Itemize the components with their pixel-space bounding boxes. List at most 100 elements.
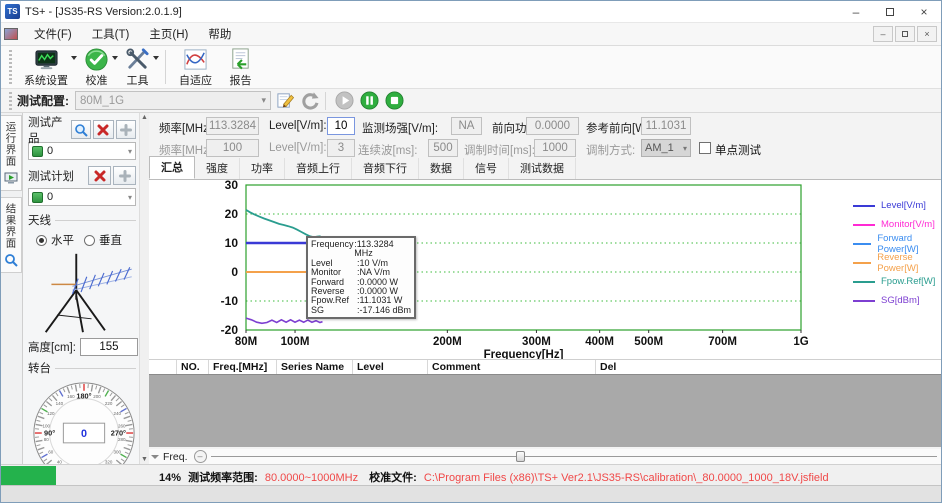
tools-button[interactable]: 工具	[118, 46, 157, 89]
menu-home[interactable]: 主页(H)	[139, 23, 198, 45]
mdi-restore-button[interactable]	[895, 26, 915, 42]
mod-type-select[interactable]: AM_1 ▾	[641, 139, 691, 157]
tab-summary[interactable]: 汇总	[149, 156, 195, 179]
tab-audio-down[interactable]: 音频下行	[352, 158, 419, 179]
scroll-up-arrow[interactable]: ▲	[140, 114, 149, 121]
reload-config-button[interactable]	[299, 91, 321, 111]
menu-tools[interactable]: 工具(T)	[82, 23, 140, 45]
vertical-radio[interactable]	[84, 235, 95, 246]
zoom-out-button[interactable]: –	[194, 450, 207, 463]
adaptive-icon	[183, 47, 208, 72]
stop-button[interactable]	[383, 91, 405, 111]
restore-button[interactable]	[873, 1, 907, 22]
legend-item: Level[V/m]	[853, 196, 942, 215]
report-label: 报告	[230, 72, 252, 88]
tab-signal[interactable]: 信号	[464, 158, 509, 179]
group-divider	[55, 220, 136, 221]
legend-item: Fpow.Ref[W]	[853, 272, 942, 291]
calibrate-button[interactable]: 校准	[77, 46, 116, 89]
monitor-label: 监测场强[V/m]:	[362, 120, 438, 136]
freq-slider-label: Freq.	[163, 451, 188, 463]
tab-test-data[interactable]: 测试数据	[509, 158, 576, 179]
toolbar-separator	[165, 50, 166, 84]
frequency-slider-row: Freq. –	[149, 449, 942, 464]
col-series: Series Name	[277, 360, 353, 374]
col-level: Level	[353, 360, 428, 374]
report-button[interactable]: 报告	[221, 46, 260, 89]
pause-button[interactable]	[358, 91, 380, 111]
col-comment: Comment	[428, 360, 596, 374]
svg-text:200M: 200M	[433, 336, 462, 348]
cw-value	[428, 139, 458, 157]
search-product-button[interactable]	[71, 120, 92, 139]
delete-x-icon	[93, 169, 107, 183]
cw-label: 连续波[ms]:	[358, 142, 417, 158]
horizontal-radio[interactable]	[36, 235, 47, 246]
close-button[interactable]: ×	[907, 1, 941, 22]
scroll-down-arrow[interactable]: ▼	[140, 456, 149, 463]
height-label: 高度[cm]:	[28, 339, 76, 355]
plan-select-value: 0	[47, 191, 53, 203]
title-bar: TS TS+ - [JS35-RS Version:2.0.1.9] – ×	[1, 1, 941, 23]
tab-audio-up[interactable]: 音频上行	[285, 158, 352, 179]
bottom-strip	[1, 485, 941, 503]
tools-dropdown-arrow[interactable]	[153, 56, 159, 60]
chevron-down-icon: ▾	[261, 95, 266, 106]
edit-icon	[276, 91, 295, 110]
single-point-checkbox[interactable]	[699, 142, 711, 154]
live-param-row: 频率[MHz]: Level[V/m]: 监测场强[V/m]: 前向功率[W]:…	[149, 116, 942, 138]
single-point-label: 单点测试	[715, 142, 761, 158]
delete-product-button[interactable]	[93, 120, 114, 139]
add-product-button[interactable]	[116, 120, 137, 139]
tooltip-label: SG	[311, 306, 357, 315]
start-button[interactable]	[333, 91, 355, 111]
chevron-down-icon: ▾	[128, 147, 132, 156]
system-settings-button[interactable]: 系统设置	[17, 46, 75, 89]
product-label: 测试产品	[28, 114, 69, 146]
col-selector	[149, 360, 177, 374]
collapse-chevron-icon[interactable]	[151, 455, 159, 459]
plan-select[interactable]: 0 ▾	[28, 188, 136, 206]
menu-file[interactable]: 文件(F)	[24, 23, 82, 45]
turntable-dial[interactable]: 2040608010012014016020022024026028030032…	[28, 378, 140, 464]
sidebar-scrollbar[interactable]: ▲ ▼	[139, 113, 149, 464]
delete-plan-button[interactable]	[88, 166, 111, 185]
legend-swatch	[853, 224, 875, 226]
tab-strength[interactable]: 强度	[195, 158, 240, 179]
side-tab-result-label: 结果界面	[4, 203, 19, 249]
tab-data[interactable]: 数据	[419, 158, 464, 179]
forward-power-value	[526, 117, 579, 135]
result-table: NO. Freq.[MHz] Series Name Level Comment…	[149, 359, 942, 447]
progress-bar	[1, 466, 56, 485]
mod-time-value	[534, 139, 576, 157]
side-tab-run[interactable]: 运行界面	[1, 115, 22, 191]
edit-config-button[interactable]	[274, 91, 296, 111]
add-plan-button[interactable]	[113, 166, 136, 185]
mdi-minimize-button[interactable]: –	[873, 26, 893, 42]
mod-type-value: AM_1	[645, 142, 674, 154]
test-config-select[interactable]: 80M_1G ▾	[75, 91, 271, 110]
menu-help[interactable]: 帮助	[198, 23, 241, 45]
tooltip-value: :113.3284 MHz	[354, 240, 411, 259]
svg-text:1G: 1G	[793, 336, 808, 348]
legend-label: Monitor[V/m]	[881, 219, 935, 230]
minimize-button[interactable]: –	[839, 1, 873, 22]
range-value: 80.0000~1000MHz	[265, 472, 358, 484]
svg-text:30: 30	[225, 180, 239, 192]
svg-text:140: 140	[56, 401, 64, 406]
legend-swatch	[853, 262, 871, 264]
tab-power[interactable]: 功率	[240, 158, 285, 179]
svg-text:120: 120	[47, 411, 55, 416]
adaptive-button[interactable]: 自适应	[172, 46, 219, 89]
svg-text:Frequency[Hz]: Frequency[Hz]	[484, 349, 564, 359]
freq-slider-thumb[interactable]	[516, 451, 525, 462]
freq-value	[206, 117, 259, 135]
height-input[interactable]	[80, 338, 138, 356]
svg-text:400M: 400M	[585, 336, 614, 348]
freq-slider-track[interactable]	[211, 450, 937, 463]
side-tab-result[interactable]: 结果界面	[1, 197, 22, 273]
svg-text:180°: 180°	[76, 392, 91, 401]
mdi-close-button[interactable]: ×	[917, 26, 937, 42]
level-input[interactable]	[327, 117, 355, 135]
content-region: 运行界面 结果界面 测试产品	[1, 113, 941, 464]
